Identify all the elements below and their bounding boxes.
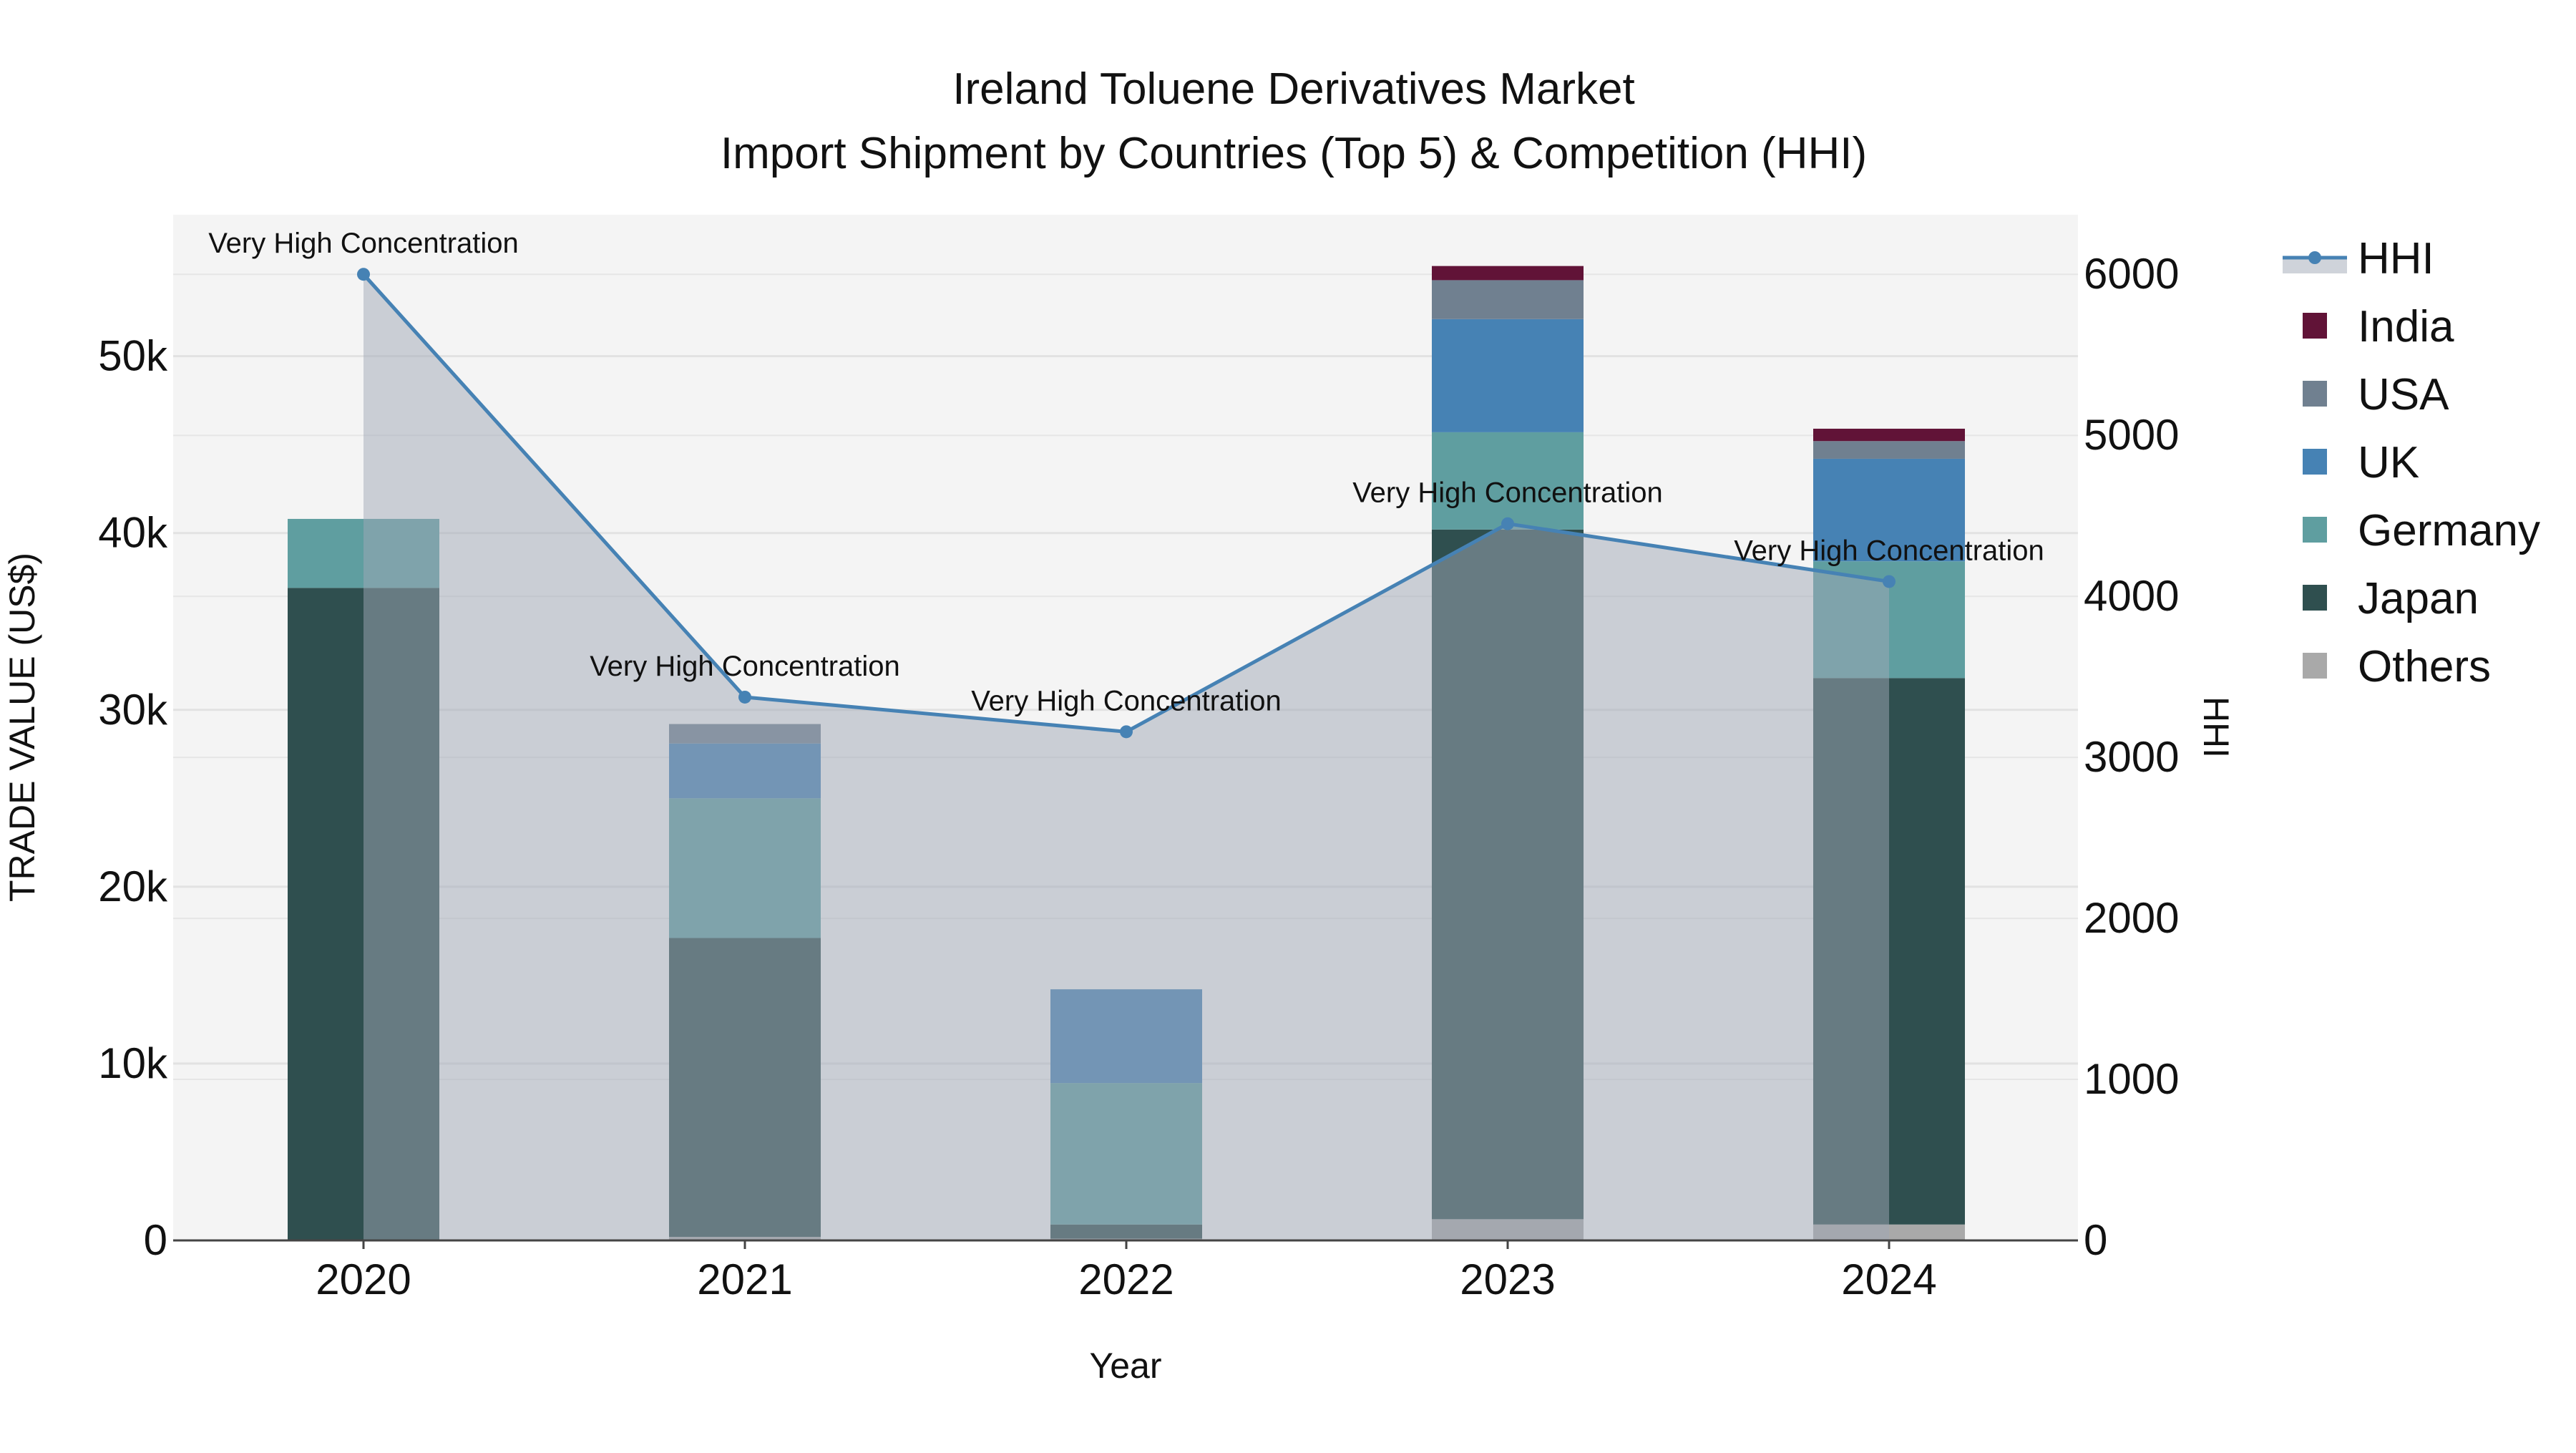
chart-title-line2: Import Shipment by Countries (Top 5) & C… — [721, 129, 1867, 178]
legend-label-india: India — [2358, 302, 2454, 351]
x-tick-label: 2023 — [1460, 1255, 1555, 1303]
x-axis-title: Year — [1089, 1346, 1161, 1386]
y2-axis-title: HHI — [2196, 696, 2236, 758]
bar-usa-2024 — [1813, 441, 1965, 459]
y2-tick-label: 4000 — [2084, 572, 2179, 620]
y2-tick-label: 1000 — [2084, 1055, 2179, 1103]
bar-usa-2023 — [1432, 280, 1584, 319]
hhi-annotation: Very High Concentration — [208, 228, 519, 259]
y-tick-label: 50k — [98, 332, 168, 380]
hhi-point — [1883, 575, 1896, 588]
hhi-point — [738, 690, 751, 704]
hhi-point — [1501, 517, 1514, 530]
y-tick-label: 20k — [98, 862, 168, 910]
legend-label-hhi: HHI — [2358, 234, 2434, 283]
chart: Very High Concentration Very High Concent… — [2, 64, 2540, 1386]
x-tick-label: 2020 — [316, 1255, 411, 1303]
legend: HHI India USA UK Germany Japan Others — [2283, 234, 2540, 691]
y-tick-label: 30k — [98, 686, 168, 734]
hhi-point — [1120, 725, 1133, 739]
y-tick-label: 10k — [98, 1039, 168, 1087]
legend-swatch-usa — [2303, 381, 2327, 407]
bar-uk-2023 — [1432, 319, 1584, 432]
legend-hhi-swatch-marker — [2308, 251, 2321, 264]
y2-tick-label: 5000 — [2084, 411, 2179, 459]
legend-swatch-japan — [2303, 585, 2327, 611]
legend-swatch-germany — [2303, 517, 2327, 543]
hhi-annotation: Very High Concentration — [590, 651, 900, 682]
y2-tick-label: 0 — [2084, 1216, 2107, 1264]
legend-label-others: Others — [2358, 642, 2491, 691]
y2-tick-label: 6000 — [2084, 250, 2179, 298]
legend-label-germany: Germany — [2358, 506, 2540, 555]
bar-india-2023 — [1432, 266, 1584, 281]
chart-title-line1: Ireland Toluene Derivatives Market — [952, 64, 1634, 114]
hhi-annotation: Very High Concentration — [1352, 477, 1663, 509]
y2-tick-label: 3000 — [2084, 733, 2179, 781]
legend-swatch-india — [2303, 313, 2327, 339]
bar-india-2024 — [1813, 428, 1965, 442]
legend-label-japan: Japan — [2358, 574, 2479, 623]
y-axis-title: TRADE VALUE (US$) — [2, 553, 42, 902]
x-tick-label: 2021 — [697, 1255, 792, 1303]
hhi-annotation: Very High Concentration — [1734, 535, 2044, 566]
legend-swatch-uk — [2303, 449, 2327, 475]
x-tick-label: 2022 — [1078, 1255, 1174, 1303]
y-tick-label: 40k — [98, 509, 168, 557]
legend-label-uk: UK — [2358, 438, 2419, 487]
legend-label-usa: USA — [2358, 370, 2449, 419]
y-tick-label: 0 — [144, 1216, 167, 1264]
hhi-point — [357, 268, 370, 281]
y2-tick-label: 2000 — [2084, 894, 2179, 942]
hhi-annotation: Very High Concentration — [971, 685, 1282, 716]
x-tick-label: 2024 — [1841, 1255, 1936, 1303]
legend-swatch-others — [2303, 653, 2327, 679]
